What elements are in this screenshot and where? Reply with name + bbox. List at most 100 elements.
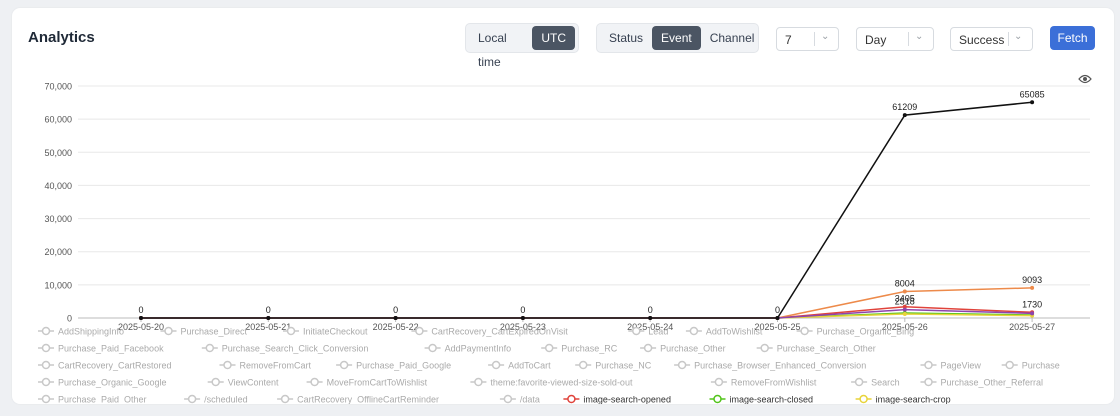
data-point	[1030, 100, 1035, 105]
legend-item[interactable]: /scheduled	[184, 395, 248, 405]
legend-item[interactable]: image-search-crop	[855, 394, 951, 405]
legend-label: PageView	[941, 361, 982, 371]
legend-marker	[415, 326, 424, 336]
event-line-chart: 0 10,000 20,000 30,000 40,000 50,000 60,000 70,…	[38, 82, 1090, 405]
legend-item[interactable]: Purchase_Search_Click_Conversion	[201, 344, 369, 354]
legend-item[interactable]: Purchase_Browser_Enhanced_Conversion	[674, 361, 866, 371]
legend-marker	[760, 343, 769, 353]
legend-label: Purchase_Browser_Enhanced_Conversion	[694, 361, 866, 371]
legend-item[interactable]: CartRecovery_CartRestored	[38, 361, 172, 371]
legend-label: Purchase_Other	[660, 344, 726, 354]
legend-item[interactable]: AddToCart	[488, 361, 551, 371]
data-point	[1030, 311, 1035, 316]
y-tick-label: 40,000	[44, 181, 72, 191]
legend-marker	[41, 343, 51, 353]
legend-label: RemoveFromWishlist	[731, 378, 817, 388]
legend-item[interactable]: Purchase_Paid_Google	[336, 361, 451, 371]
legend-marker	[859, 394, 868, 404]
legend-marker	[578, 360, 588, 370]
legend-label: Lead	[648, 327, 668, 337]
legend-marker	[428, 343, 437, 353]
legend-item[interactable]: AddShippingInfo	[38, 327, 124, 337]
legend-marker	[41, 360, 51, 370]
y-tick-label: 30,000	[44, 214, 72, 224]
legend-marker	[800, 326, 809, 336]
data-label: 61209	[892, 102, 917, 112]
legend-item[interactable]: RemoveFromCart	[219, 361, 312, 371]
legend-marker	[924, 360, 933, 370]
legend-item[interactable]: Search	[851, 378, 900, 388]
legend-item[interactable]: MoveFromCartToWishlist	[306, 378, 428, 388]
legend-item[interactable]: CartRecovery_CartExpiredOnVisit	[411, 327, 568, 337]
legend-label: MoveFromCartToWishlist	[327, 378, 428, 388]
legend-item[interactable]: Purchase	[1001, 361, 1060, 371]
legend-item[interactable]: ViewContent	[207, 377, 279, 388]
data-point	[393, 316, 398, 320]
legend-label: Purchase_Paid_Facebook	[58, 344, 164, 354]
legend-item[interactable]: theme:favorite-viewed-size-sold-out	[470, 378, 633, 388]
legend-item[interactable]: Purchase_Other_Referral	[920, 378, 1044, 388]
legend-marker	[632, 326, 641, 336]
legend-item[interactable]: image-search-opened	[563, 395, 671, 405]
legend-label: CartRecovery_OfflineCartReminder	[297, 395, 439, 405]
legend-label: ViewContent	[228, 378, 279, 388]
data-label: 0	[775, 305, 780, 315]
data-label: 0	[138, 305, 143, 315]
legend-marker	[854, 377, 864, 387]
y-tick-label: 70,000	[44, 82, 72, 92]
legend-marker	[41, 394, 51, 404]
data-point	[775, 316, 780, 320]
x-tick-label: 2025-05-27	[1009, 322, 1055, 332]
legend-item[interactable]: Purchase_RC	[541, 344, 618, 354]
legend-item[interactable]: image-search-closed	[709, 395, 814, 405]
y-tick-label: 0	[67, 314, 72, 324]
legend-item[interactable]: AddToWishlist	[685, 327, 763, 337]
legend-item[interactable]: Purchase_Paid_Other	[38, 395, 147, 405]
series-line-image-search-opened	[141, 305, 1033, 319]
legend-label: image-search-closed	[730, 395, 814, 405]
legend-item[interactable]: Purchase_Paid_Facebook	[38, 344, 164, 354]
legend-label: Purchase_Direct	[181, 327, 248, 337]
data-point	[520, 316, 525, 320]
legend-item[interactable]: /data	[499, 395, 540, 405]
legend-label: Purchase_Organic_Bing	[817, 327, 915, 337]
data-point	[1030, 285, 1035, 290]
legend-marker	[211, 377, 220, 387]
data-point	[902, 113, 907, 118]
y-tick-label: 20,000	[44, 247, 72, 257]
y-tick-label: 50,000	[44, 148, 72, 158]
legend-label: Purchase_Other_Referral	[941, 378, 1044, 388]
legend-item[interactable]: Purchase_NC	[575, 361, 652, 371]
y-tick-label: 10,000	[44, 280, 72, 290]
data-point	[139, 316, 143, 320]
legend-item[interactable]: Purchase_Search_Other	[756, 343, 876, 354]
legend-marker	[280, 394, 290, 404]
legend-label: Purchase_Search_Other	[777, 344, 876, 354]
data-point	[902, 289, 907, 294]
legend-label: AddShippingInfo	[58, 327, 124, 337]
data-label: 0	[648, 305, 653, 315]
data-point	[902, 307, 907, 312]
legend-item[interactable]: Purchase_Other	[640, 344, 726, 354]
legend-item[interactable]: Purchase_Organic_Google	[38, 378, 167, 388]
legend-marker	[164, 326, 173, 336]
legend-item[interactable]: AddPaymentInfo	[424, 343, 512, 354]
legend-label: Purchase_NC	[595, 361, 652, 371]
legend-label: AddToCart	[508, 361, 551, 371]
legend-marker	[714, 377, 724, 387]
data-point	[266, 316, 271, 320]
legend-label: /scheduled	[204, 395, 248, 405]
legend-marker	[567, 394, 576, 404]
legend-item[interactable]: Purchase_Direct	[160, 326, 248, 337]
legend-marker	[41, 326, 51, 336]
legend-item[interactable]: RemoveFromWishlist	[710, 377, 817, 388]
legend-item[interactable]: Purchase_Organic_Bing	[796, 326, 915, 337]
legend-label: CartRecovery_CartExpiredOnVisit	[431, 327, 568, 337]
legend-label: image-search-opened	[583, 395, 671, 405]
legend-item[interactable]: CartRecovery_OfflineCartReminder	[277, 395, 439, 405]
legend-item[interactable]: Lead	[628, 327, 668, 337]
data-label: 1730	[1022, 299, 1042, 309]
legend-item[interactable]: InitiateCheckout	[283, 327, 368, 337]
legend-item[interactable]: PageView	[920, 360, 982, 371]
legend-marker	[677, 360, 687, 370]
